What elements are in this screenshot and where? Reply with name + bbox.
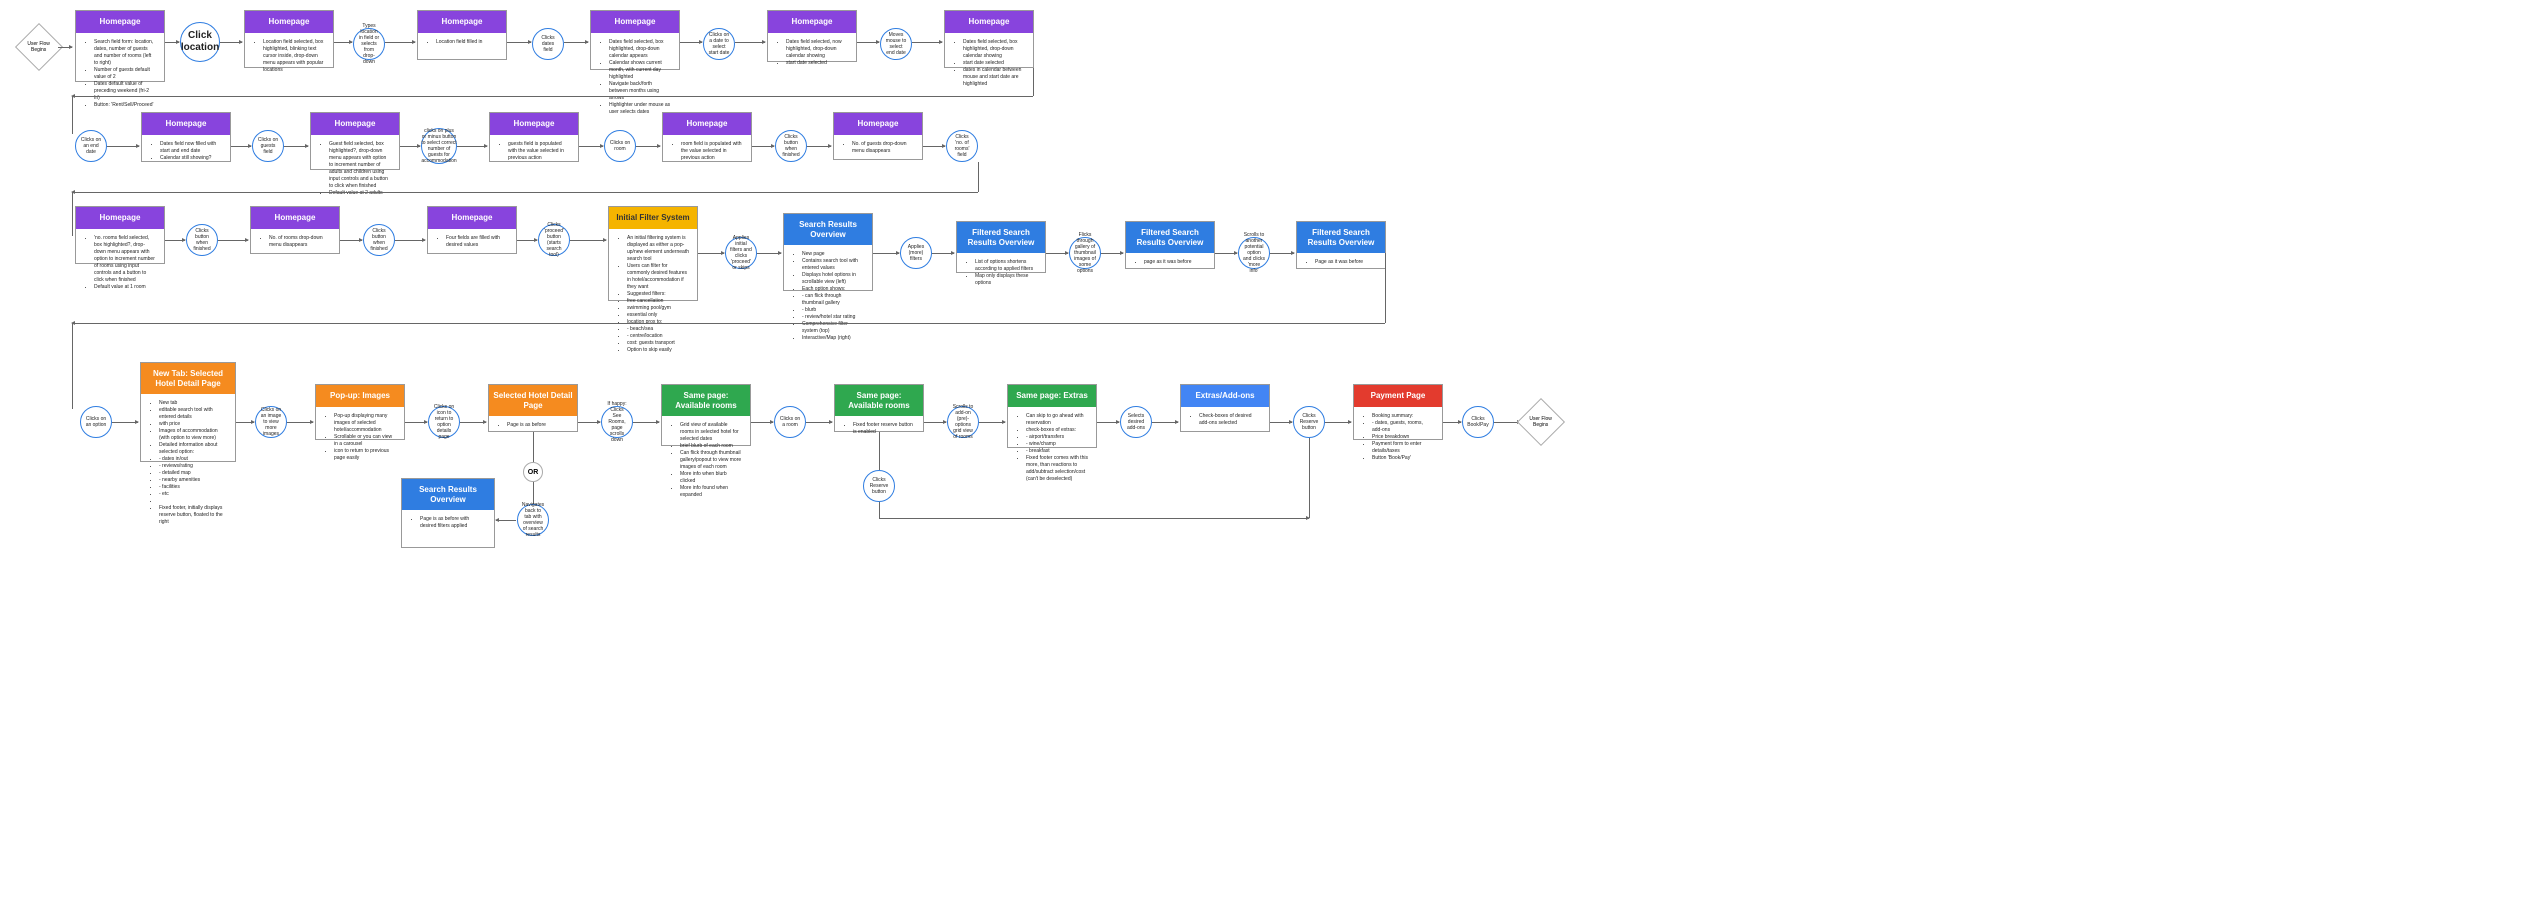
card-r2c2: Homepage Guest field selected, box highl…	[310, 112, 400, 170]
start-diamond: User Flow Begins	[15, 23, 63, 71]
action-r4a3: Clicks on icon to return to option detai…	[428, 406, 460, 438]
action-r4a9: Clicks Book/Pay	[1462, 406, 1494, 438]
action-r3a6: Applies (more) filters	[900, 237, 932, 269]
card-r4c7: Extras/Add-ons Check-boxes of desired ad…	[1180, 384, 1270, 432]
card-r2c5: Homepage No. of guests drop-down menu di…	[833, 112, 923, 160]
action-r4a7: Selects desired add-ons	[1120, 406, 1152, 438]
or-node: OR	[523, 462, 543, 482]
action-r3a4: Clicks 'proceed' button (starts search t…	[538, 224, 570, 256]
card-r3c3: Homepage Four fields are filled with des…	[427, 206, 517, 254]
card-r3c7: Filtered Search Results Overview page as…	[1125, 221, 1215, 269]
card-r4c8: Payment Page Booking summary:- dates, gu…	[1353, 384, 1443, 440]
action-r3a3: Clicks button when finished	[363, 224, 395, 256]
card-r4c5: Same page: Available rooms Fixed footer …	[834, 384, 924, 432]
action-r3a2: Clicks button when finished	[186, 224, 218, 256]
card-r3c8: Filtered Search Results Overview Page as…	[1296, 221, 1386, 269]
card-r3c6: Filtered Search Results Overview List of…	[956, 221, 1046, 273]
action-r4a5: Clicks on a room	[774, 406, 806, 438]
card-r4c6: Same page: Extras Can skip to go ahead w…	[1007, 384, 1097, 448]
action-r1a3: Types location in field or selects from …	[353, 28, 385, 60]
action-r2a3: clicks on plus or minus button to select…	[421, 128, 457, 164]
action-r2a4: Clicks on room	[604, 130, 636, 162]
action-r2a1: Clicks on an end date	[75, 130, 107, 162]
card-r3c4: Initial Filter System An initial filteri…	[608, 206, 698, 301]
action-r1a4: Clicks dates field	[532, 28, 564, 60]
action-r2a5: Clicks button when finished	[775, 130, 807, 162]
card-r5c1: Search Results Overview Page is as befor…	[401, 478, 495, 548]
card-r4c1: New Tab: Selected Hotel Detail Page New …	[140, 362, 236, 462]
card-r4c4: Same page: Available rooms Grid view of …	[661, 384, 751, 446]
card-r1c2: Homepage Location field selected, box hi…	[244, 10, 334, 68]
card-r3c5: Search Results Overview New pageContains…	[783, 213, 873, 291]
card-r2c3: Homepage guests field is populated with …	[489, 112, 579, 162]
card-r3c2: Homepage No. of rooms drop-down menu dis…	[250, 206, 340, 254]
card-r2c1: Homepage Dates field now filled with sta…	[141, 112, 231, 162]
card-r2c4: Homepage room field is populated with th…	[662, 112, 752, 162]
action-r4a1: Clicks on an option	[80, 406, 112, 438]
action-r1a5: Clicks on a date to select start date	[703, 28, 735, 60]
action-r2a6: Clicks 'no. of rooms' field	[946, 130, 978, 162]
card-r1c3: Homepage Location field filled in	[417, 10, 507, 60]
action-r3a8: Scrolls to another potential option and …	[1238, 237, 1270, 269]
card-r1c1: Homepage Search field form: location, da…	[75, 10, 165, 82]
card-r4c2: Pop-up: Images Pop-up displaying many im…	[315, 384, 405, 440]
action-r3a7: Flicks through gallery of thumbnail imag…	[1069, 237, 1101, 269]
action-r4a6: Scrolls to add-on (pre)-options grid vie…	[947, 406, 979, 438]
card-r1c5: Homepage Dates field selected, now highl…	[767, 10, 857, 62]
action-r4a5b: Clicks Reserve button	[863, 470, 895, 502]
card-r3c1: Homepage 'no. rooms field selected, box …	[75, 206, 165, 264]
action-r4a4: If happy: Clicks See Rooms, page scrolls…	[601, 406, 633, 438]
action-r4a8: Clicks Reserve button	[1293, 406, 1325, 438]
click-location-action: Click location	[180, 22, 220, 62]
action-r4a2: Clicks on an image to view more images	[255, 406, 287, 438]
card-r4c3: Selected Hotel Detail Page Page is as be…	[488, 384, 578, 432]
action-r5a1: Navigates back to tab with overview of s…	[517, 504, 549, 536]
end-diamond: User Flow Begins	[1517, 398, 1565, 446]
card-r1c4: Homepage Dates field selected, box highl…	[590, 10, 680, 70]
action-r2a2: Clicks on guests field	[252, 130, 284, 162]
action-r1a6: Moves mouse to select end date	[880, 28, 912, 60]
action-r3a5: Applies initial filters and clicks 'proc…	[725, 237, 757, 269]
card-r1c6: Homepage Dates field selected, box highl…	[944, 10, 1034, 68]
